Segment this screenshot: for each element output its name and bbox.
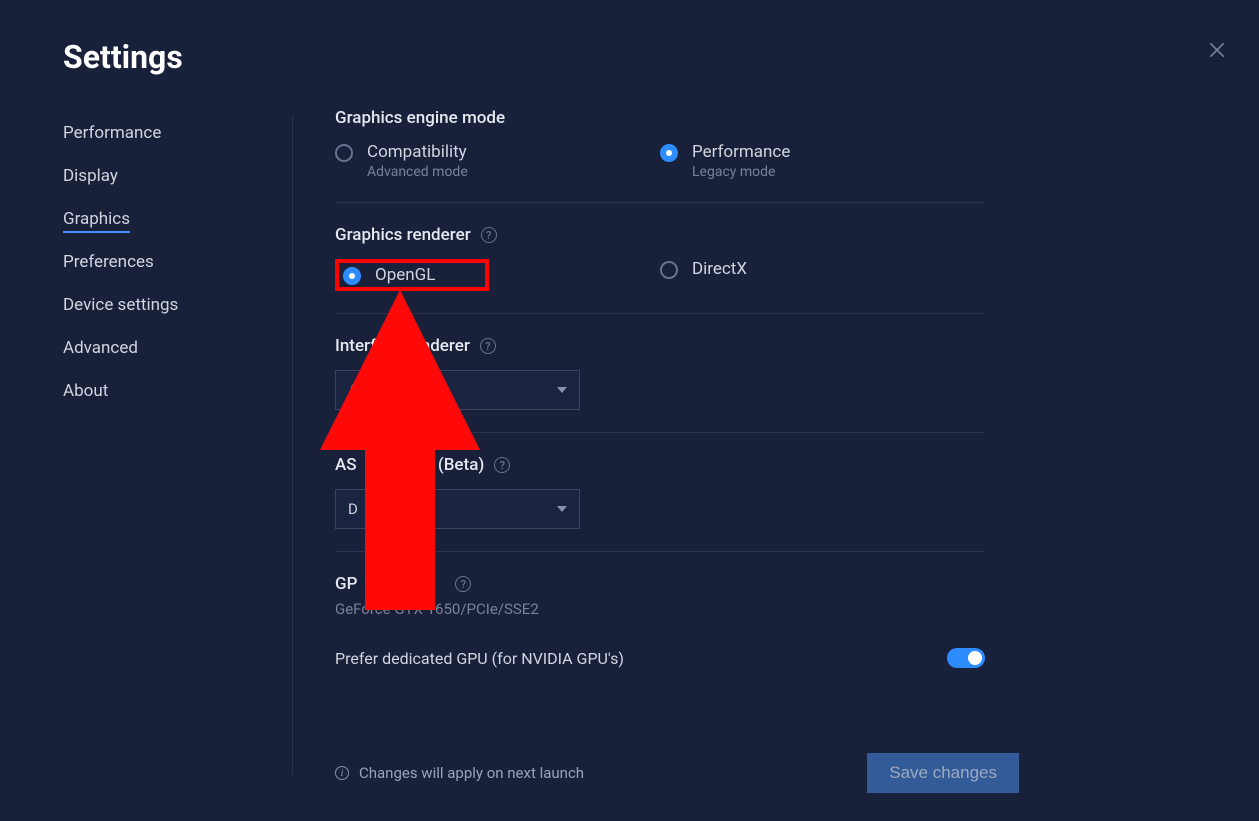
help-icon[interactable]: ? — [494, 457, 510, 473]
radio-opengl[interactable]: OpenGL — [335, 259, 660, 291]
gpu-prefer-toggle[interactable] — [947, 648, 985, 668]
radio-label: Performance — [692, 142, 790, 162]
section-renderer: Graphics renderer ? OpenGL DirectX — [335, 225, 985, 314]
radio-label: DirectX — [692, 259, 747, 279]
sidebar-item-device-settings[interactable]: Device settings — [63, 287, 292, 323]
interface-renderer-dropdown[interactable]: A — [335, 370, 580, 410]
gpu-title: GP — [335, 574, 357, 594]
info-icon: i — [335, 766, 349, 780]
astc-title: AS es (Beta) — [335, 455, 484, 475]
annotation-highlight-box: OpenGL — [335, 259, 489, 291]
sidebar-item-preferences[interactable]: Preferences — [63, 244, 292, 280]
gpu-prefer-label: Prefer dedicated GPU (for NVIDIA GPU's) — [335, 649, 624, 668]
radio-sublabel: Legacy mode — [692, 164, 790, 180]
radio-performance[interactable]: Performance Legacy mode — [660, 142, 985, 180]
chevron-down-icon — [557, 387, 567, 393]
close-button[interactable] — [1207, 40, 1231, 64]
help-icon[interactable]: ? — [455, 576, 471, 592]
interface-renderer-title: Interf renderer — [335, 336, 470, 356]
sidebar-item-performance[interactable]: Performance — [63, 115, 292, 151]
main-panel: Graphics engine mode Compatibility Advan… — [335, 108, 985, 712]
sidebar: Performance Display Graphics Preferences… — [63, 115, 293, 775]
radio-icon — [660, 144, 678, 162]
gpu-name: GeForce GTX 1650/PCIe/SSE2 — [335, 600, 985, 618]
renderer-title: Graphics renderer — [335, 225, 471, 245]
footer-notice: i Changes will apply on next launch — [335, 764, 584, 782]
sidebar-item-about[interactable]: About — [63, 373, 292, 409]
help-icon[interactable]: ? — [480, 338, 496, 354]
radio-icon — [335, 144, 353, 162]
section-gpu: GP ? GeForce GTX 1650/PCIe/SSE2 Prefer d… — [335, 574, 985, 690]
chevron-down-icon — [557, 506, 567, 512]
radio-label: Compatibility — [367, 142, 468, 162]
radio-sublabel: Advanced mode — [367, 164, 468, 180]
section-astc: AS es (Beta) ? D — [335, 455, 985, 552]
save-button[interactable]: Save changes — [867, 753, 1019, 793]
help-icon[interactable]: ? — [481, 227, 497, 243]
engine-mode-title: Graphics engine mode — [335, 108, 985, 128]
close-icon — [1207, 40, 1227, 60]
sidebar-item-display[interactable]: Display — [63, 158, 292, 194]
dropdown-value: D — [348, 500, 358, 518]
radio-icon — [343, 267, 361, 285]
footer: i Changes will apply on next launch Save… — [335, 753, 1019, 793]
astc-dropdown[interactable]: D — [335, 489, 580, 529]
radio-compatibility[interactable]: Compatibility Advanced mode — [335, 142, 660, 180]
page-title: Settings — [63, 38, 183, 76]
section-interface-renderer: Interf renderer ? A — [335, 336, 985, 433]
radio-icon — [660, 261, 678, 279]
sidebar-item-graphics[interactable]: Graphics — [63, 201, 292, 237]
dropdown-value: A — [348, 381, 358, 399]
sidebar-item-advanced[interactable]: Advanced — [63, 330, 292, 366]
radio-directx[interactable]: DirectX — [660, 259, 985, 291]
section-engine-mode: Graphics engine mode Compatibility Advan… — [335, 108, 985, 203]
radio-label: OpenGL — [375, 265, 435, 285]
